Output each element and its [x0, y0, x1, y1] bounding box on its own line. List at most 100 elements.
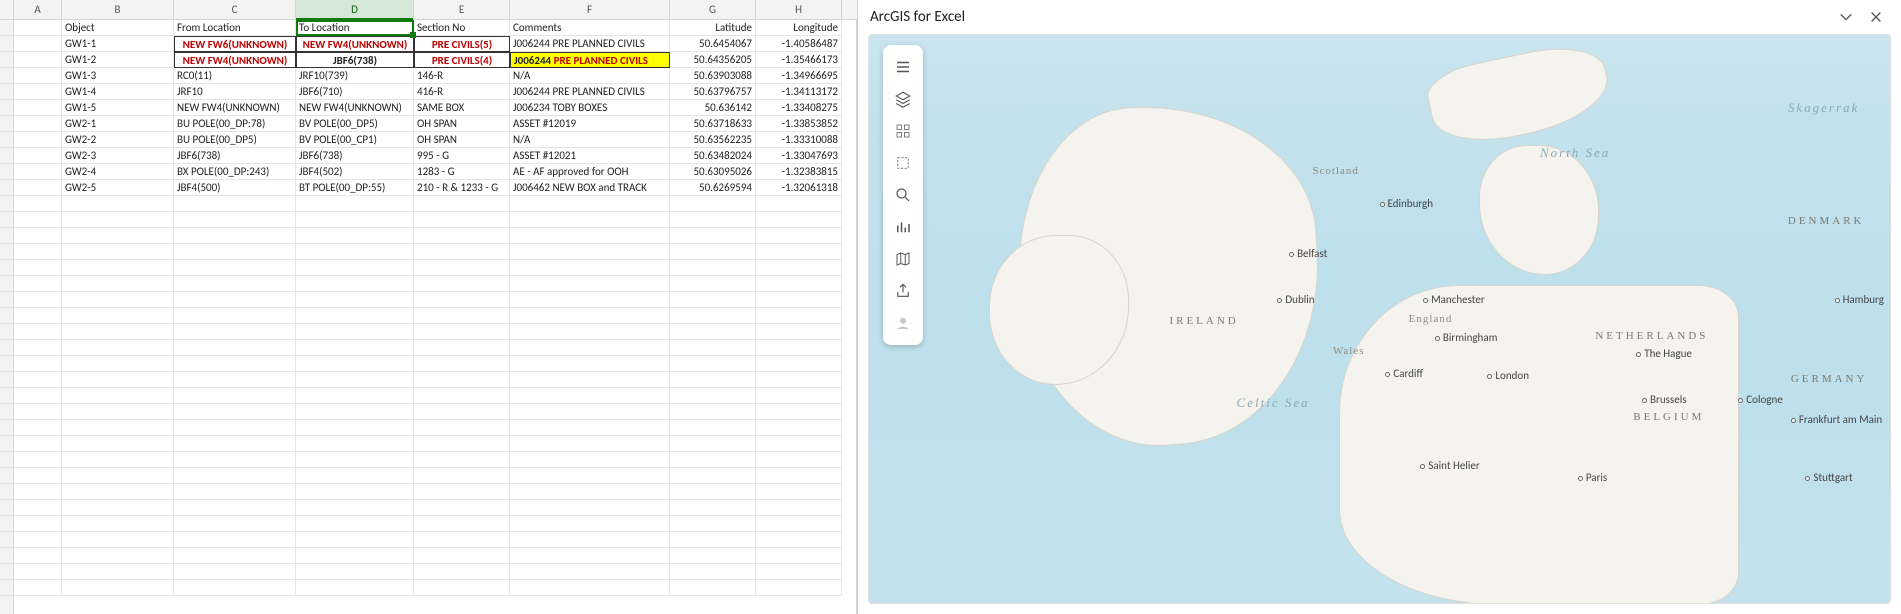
- cell[interactable]: [670, 196, 756, 212]
- cell[interactable]: [414, 564, 510, 580]
- cell[interactable]: Latitude: [670, 20, 756, 36]
- row-header[interactable]: [0, 180, 13, 196]
- menu-icon[interactable]: [883, 51, 923, 83]
- cell[interactable]: [510, 276, 670, 292]
- cell[interactable]: JRF10(739): [296, 68, 414, 84]
- cell[interactable]: [670, 244, 756, 260]
- cell[interactable]: [62, 276, 174, 292]
- row-header[interactable]: [0, 100, 13, 116]
- cell[interactable]: [14, 468, 62, 484]
- cell[interactable]: [296, 484, 414, 500]
- cell[interactable]: [174, 244, 296, 260]
- cell[interactable]: [14, 68, 62, 84]
- cell[interactable]: [756, 292, 842, 308]
- cell[interactable]: [414, 468, 510, 484]
- cell[interactable]: 50.63562235: [670, 132, 756, 148]
- chart-icon[interactable]: [883, 211, 923, 243]
- cell[interactable]: [296, 212, 414, 228]
- select-rect-icon[interactable]: [883, 147, 923, 179]
- cell[interactable]: -1.32383815: [756, 164, 842, 180]
- cell[interactable]: [414, 500, 510, 516]
- cell[interactable]: [756, 580, 842, 596]
- cell[interactable]: [756, 228, 842, 244]
- cell[interactable]: JBF6(738): [174, 148, 296, 164]
- row-header[interactable]: [0, 52, 13, 68]
- row-header[interactable]: [0, 260, 13, 276]
- cell[interactable]: [62, 388, 174, 404]
- cell[interactable]: [14, 404, 62, 420]
- cell[interactable]: [756, 484, 842, 500]
- cell[interactable]: [296, 260, 414, 276]
- cell[interactable]: GW2-3: [62, 148, 174, 164]
- cell[interactable]: To Location: [296, 20, 414, 36]
- cell[interactable]: NEW FW4(UNKNOWN): [296, 100, 414, 116]
- row-header[interactable]: [0, 68, 13, 84]
- cell[interactable]: GW2-5: [62, 180, 174, 196]
- cell[interactable]: Section No: [414, 20, 510, 36]
- cell[interactable]: [62, 292, 174, 308]
- cell[interactable]: [296, 548, 414, 564]
- cell[interactable]: [414, 292, 510, 308]
- cell[interactable]: GW1-1: [62, 36, 174, 52]
- cell[interactable]: [174, 436, 296, 452]
- row-header[interactable]: [0, 148, 13, 164]
- select-all-corner[interactable]: [0, 0, 14, 19]
- row-header[interactable]: [0, 564, 13, 580]
- cell[interactable]: 50.636142: [670, 100, 756, 116]
- vertical-scrollbar[interactable]: [856, 20, 857, 614]
- cell[interactable]: [414, 260, 510, 276]
- basemap-icon[interactable]: [883, 243, 923, 275]
- cell[interactable]: [414, 404, 510, 420]
- cell[interactable]: [510, 212, 670, 228]
- cell[interactable]: JBF4(502): [296, 164, 414, 180]
- cell[interactable]: [414, 388, 510, 404]
- row-header[interactable]: [0, 116, 13, 132]
- cell[interactable]: 50.63718633: [670, 116, 756, 132]
- cell[interactable]: ASSET #12019: [510, 116, 670, 132]
- cell[interactable]: -1.33047693: [756, 148, 842, 164]
- cells-area[interactable]: ObjectFrom LocationTo LocationSection No…: [14, 20, 857, 614]
- cell[interactable]: -1.33853852: [756, 116, 842, 132]
- cell[interactable]: [174, 228, 296, 244]
- cell[interactable]: [174, 564, 296, 580]
- cell[interactable]: [510, 500, 670, 516]
- cell[interactable]: [414, 212, 510, 228]
- cell[interactable]: [670, 468, 756, 484]
- close-button[interactable]: [1865, 6, 1887, 28]
- cell[interactable]: [756, 388, 842, 404]
- cell[interactable]: [174, 580, 296, 596]
- cell[interactable]: [414, 452, 510, 468]
- cell[interactable]: [296, 436, 414, 452]
- cell[interactable]: [414, 548, 510, 564]
- cell[interactable]: [756, 468, 842, 484]
- cell[interactable]: 50.6269594: [670, 180, 756, 196]
- cell[interactable]: [756, 340, 842, 356]
- collapse-button[interactable]: [1835, 6, 1857, 28]
- cell[interactable]: [296, 580, 414, 596]
- row-header[interactable]: [0, 292, 13, 308]
- row-header[interactable]: [0, 468, 13, 484]
- cell[interactable]: [756, 548, 842, 564]
- user-icon[interactable]: [883, 307, 923, 339]
- cell[interactable]: [62, 580, 174, 596]
- row-header[interactable]: [0, 20, 13, 36]
- cell[interactable]: [62, 468, 174, 484]
- cell[interactable]: [296, 564, 414, 580]
- cell[interactable]: [510, 436, 670, 452]
- cell[interactable]: [670, 324, 756, 340]
- row-header[interactable]: [0, 436, 13, 452]
- cell[interactable]: [296, 372, 414, 388]
- row-header[interactable]: [0, 532, 13, 548]
- cell[interactable]: 416-R: [414, 84, 510, 100]
- cell[interactable]: [62, 324, 174, 340]
- cell[interactable]: [14, 212, 62, 228]
- cell[interactable]: [510, 564, 670, 580]
- cell[interactable]: [670, 516, 756, 532]
- cell[interactable]: [756, 212, 842, 228]
- cell[interactable]: JBF4(500): [174, 180, 296, 196]
- cell[interactable]: JRF10: [174, 84, 296, 100]
- cell[interactable]: [510, 404, 670, 420]
- cell[interactable]: RC0(11): [174, 68, 296, 84]
- cell[interactable]: 146-R: [414, 68, 510, 84]
- cell[interactable]: [510, 372, 670, 388]
